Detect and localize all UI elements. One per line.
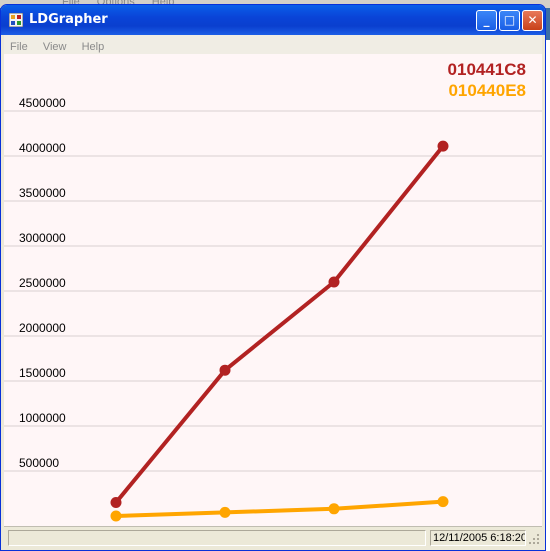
app-icon	[9, 13, 23, 27]
data-point-series-2	[328, 503, 340, 515]
menu-bar: File View Help	[4, 35, 542, 54]
maximize-button[interactable]: □	[499, 10, 520, 31]
y-tick-label: 4500000	[19, 96, 66, 110]
data-point-series-1	[437, 140, 449, 152]
window-title: LDGrapher	[29, 12, 108, 27]
data-point-series-2	[219, 506, 231, 518]
data-point-series-1	[328, 276, 340, 288]
y-tick-label: 2000000	[19, 321, 66, 335]
status-panel	[8, 530, 426, 546]
title-bar[interactable]: LDGrapher _ □ ✕	[1, 5, 545, 35]
menu-help[interactable]: Help	[76, 38, 109, 53]
y-tick-label: 4000000	[19, 141, 66, 155]
status-timestamp: 12/11/2005 6:18:20	[430, 530, 526, 546]
legend-series-1: 010441C8	[447, 60, 526, 79]
y-tick-label: 3500000	[19, 186, 66, 200]
menu-view[interactable]: View	[37, 38, 71, 53]
series-line-1	[114, 144, 445, 504]
series-line-2	[115, 499, 444, 518]
app-window: LDGrapher _ □ ✕ File View Help 010441C8 …	[0, 4, 546, 551]
data-point-series-2	[437, 496, 449, 508]
data-point-series-2	[110, 510, 122, 522]
close-button[interactable]: ✕	[522, 10, 543, 31]
y-tick-label: 1000000	[19, 411, 66, 425]
resize-grip-icon[interactable]	[528, 533, 540, 545]
line-chart	[4, 110, 542, 522]
y-tick-label: 2500000	[19, 276, 66, 290]
y-tick-label: 1500000	[19, 366, 66, 380]
minimize-button[interactable]: _	[476, 10, 497, 31]
menu-file[interactable]: File	[4, 38, 32, 53]
legend-series-2: 010440E8	[448, 81, 526, 100]
data-point-series-1	[110, 497, 122, 508]
graph-area: 010441C8 010440E8 500000 1000000 1500000 20…	[4, 54, 542, 526]
y-tick-label: 500000	[19, 456, 60, 470]
data-point-series-1	[219, 364, 231, 376]
status-bar: 12/11/2005 6:18:20	[4, 526, 542, 549]
y-tick-label: 3000000	[19, 231, 66, 245]
